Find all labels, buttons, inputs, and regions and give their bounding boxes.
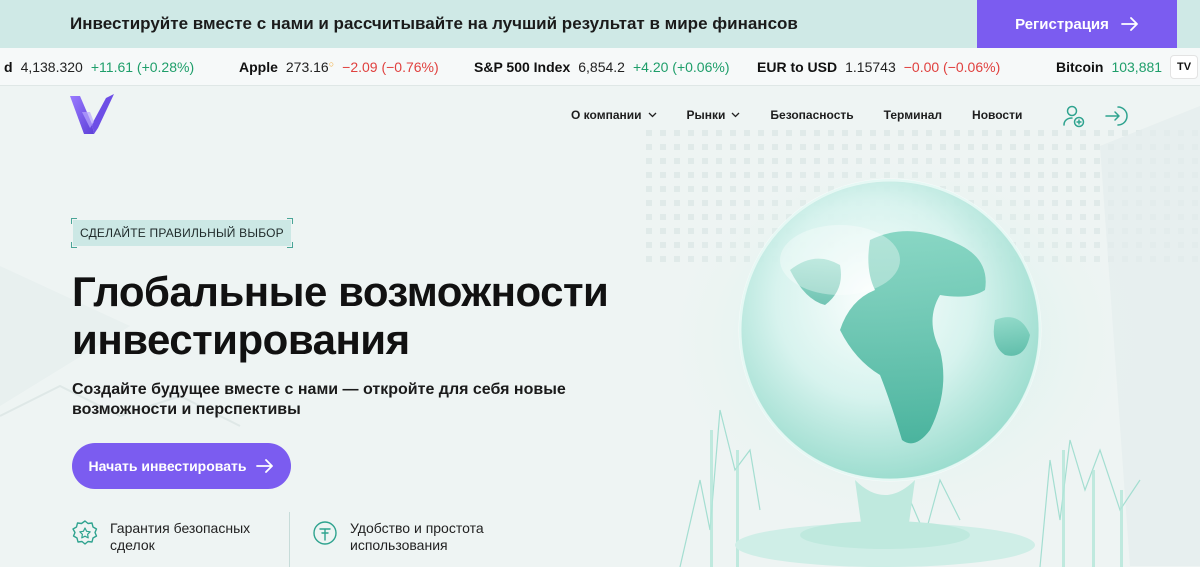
ticker-name: S&P 500 Index bbox=[474, 59, 571, 75]
promo-bar: Инвестируйте вместе с нами и рассчитывай… bbox=[0, 0, 1200, 48]
chevron-down-icon bbox=[731, 112, 740, 118]
market-closed-icon: ○ bbox=[328, 59, 335, 69]
nav-label: Терминал bbox=[883, 108, 943, 122]
nav-item-terminal[interactable]: Терминал bbox=[884, 108, 942, 122]
ticker-change: +4.20 (+0.06%) bbox=[632, 59, 730, 75]
globe-illustration bbox=[650, 150, 1150, 567]
feature-label-line-2: сделок bbox=[110, 537, 155, 553]
hero-badge-text: СДЕЛАЙТЕ ПРАВИЛЬНЫЙ ВЫБОР bbox=[80, 226, 284, 240]
ticker-price: 273.16 bbox=[285, 59, 329, 75]
start-investing-button[interactable]: Начать инвестировать bbox=[72, 443, 291, 489]
nav-label: Безопасность bbox=[770, 108, 854, 122]
subhead-line-1: Создайте будущее вместе с нами — откройт… bbox=[72, 381, 566, 398]
login-icon[interactable] bbox=[1104, 104, 1128, 128]
ticker-price: 4,138.320 bbox=[20, 59, 83, 75]
nav-item-security[interactable]: Безопасность bbox=[770, 108, 853, 122]
ticker-item[interactable]: EUR to USD 1.15743 −0.00 (−0.06%) bbox=[757, 59, 1000, 75]
ticker-price: 1.15743 bbox=[845, 59, 896, 75]
promo-text: Инвестируйте вместе с нами и рассчитывай… bbox=[70, 14, 798, 33]
ticker-name: Apple bbox=[239, 59, 278, 75]
arrow-right-icon bbox=[1121, 17, 1138, 31]
ticker-price: 6,854.2 bbox=[578, 59, 625, 75]
ticker-price: 103,881 bbox=[1111, 59, 1163, 75]
nav-label: Новости bbox=[972, 108, 1023, 122]
feature-label-line-1: Удобство и простота bbox=[350, 520, 484, 536]
ticker-name: EUR to USD bbox=[757, 59, 838, 75]
hero-subhead: Создайте будущее вместе с нами — откройт… bbox=[72, 380, 592, 420]
hero-headline: Глобальные возможности инвестирования bbox=[72, 268, 632, 364]
ticker-change: −2.09 (−0.76%) bbox=[342, 59, 439, 75]
feature-label-line-1: Гарантия безопасных bbox=[110, 520, 251, 536]
ticker-change: −0.00 (−0.06%) bbox=[903, 59, 1001, 75]
main-nav: О компании Рынки Безопасность Терминал Н… bbox=[571, 108, 1022, 122]
register-label: Регистрация bbox=[1015, 15, 1109, 33]
nav-item-markets[interactable]: Рынки bbox=[687, 108, 741, 122]
user-add-icon[interactable] bbox=[1062, 104, 1086, 128]
headline-line-1: Глобальные возможности bbox=[72, 268, 609, 315]
nav-label: Рынки bbox=[686, 108, 726, 122]
feature-label: Удобство и простота использования bbox=[350, 520, 484, 554]
brand-logo[interactable] bbox=[70, 94, 114, 136]
ticker-item[interactable]: S&P 500 Index 6,854.2 +4.20 (+0.06%) bbox=[474, 59, 729, 75]
hero-badge: СДЕЛАЙТЕ ПРАВИЛЬНЫЙ ВЫБОР bbox=[71, 218, 293, 248]
ticker-item[interactable]: Bitcoin 103,881 bbox=[1056, 59, 1162, 75]
subhead-line-2: возможности и перспективы bbox=[72, 401, 301, 418]
nav-item-news[interactable]: Новости bbox=[972, 108, 1022, 122]
chevron-down-icon bbox=[648, 112, 656, 118]
feature-divider bbox=[289, 512, 290, 567]
ticker-tape[interactable]: d 4,138.320 +11.61 (+0.28%) Apple 273.16… bbox=[0, 48, 1200, 86]
headline-line-2: инвестирования bbox=[72, 316, 410, 363]
feature-ease-of-use: Удобство и простота использования bbox=[312, 520, 484, 554]
thumb-tap-icon bbox=[313, 521, 337, 545]
shield-star-icon bbox=[72, 520, 98, 545]
ticker-item[interactable]: Apple 273.16 ○ −2.09 (−0.76%) bbox=[239, 59, 439, 75]
nav-label: О компании bbox=[571, 108, 642, 122]
feature-safe-deals: Гарантия безопасных сделок bbox=[72, 520, 250, 554]
arrow-right-icon bbox=[256, 459, 274, 473]
cta-label: Начать инвестировать bbox=[88, 458, 247, 474]
feature-label-line-2: использования bbox=[350, 537, 448, 553]
register-button[interactable]: Регистрация bbox=[977, 0, 1177, 48]
ticker-name: d bbox=[4, 59, 13, 75]
ticker-name: Bitcoin bbox=[1056, 59, 1104, 75]
nav-item-about[interactable]: О компании bbox=[571, 108, 657, 122]
feature-label: Гарантия безопасных сделок bbox=[110, 520, 250, 554]
tradingview-logo-icon[interactable]: TV bbox=[1170, 55, 1198, 79]
ticker-change: +11.61 (+0.28%) bbox=[90, 59, 195, 75]
promo-edge bbox=[1177, 0, 1200, 48]
ticker-item[interactable]: d 4,138.320 +11.61 (+0.28%) bbox=[4, 59, 194, 75]
